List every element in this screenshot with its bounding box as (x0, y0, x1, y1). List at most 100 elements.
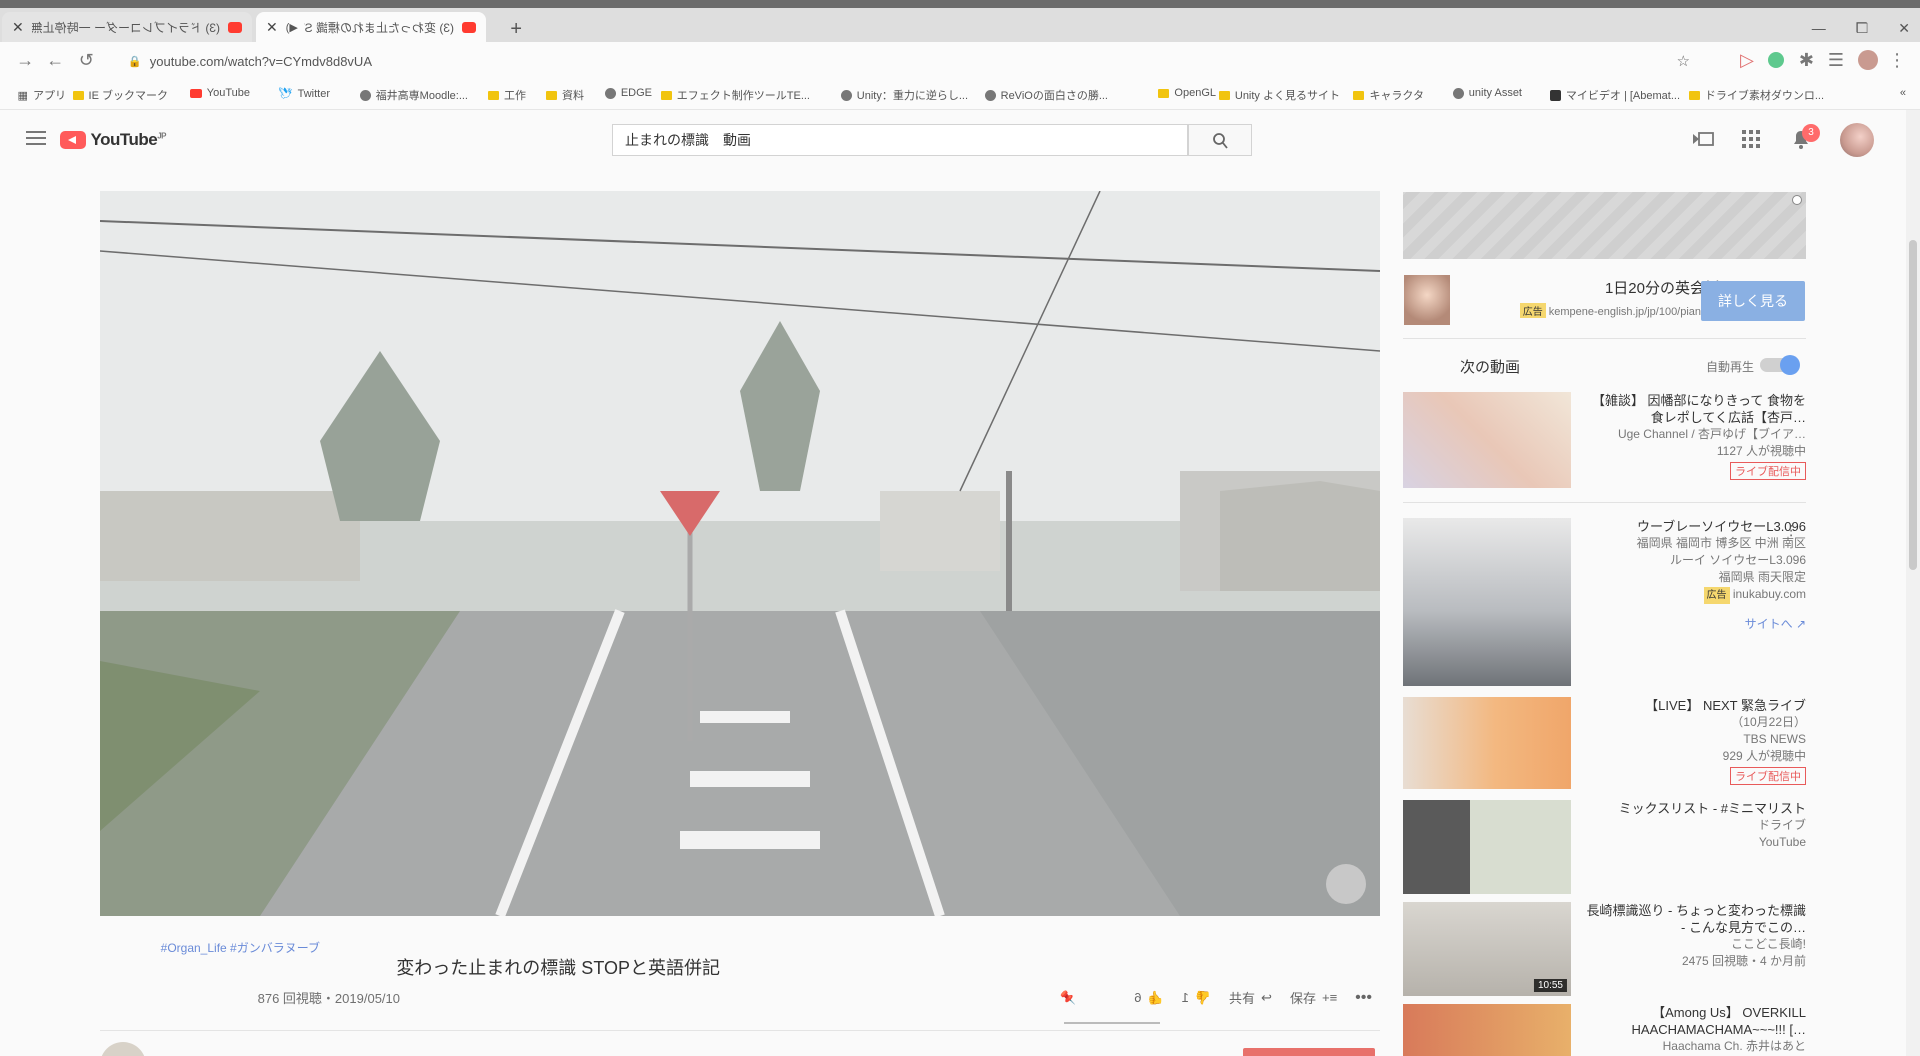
page-scrollbar[interactable] (1906, 110, 1920, 1056)
section-divider (100, 1030, 1380, 1031)
autoplay-label: 自動再生 (1705, 360, 1754, 374)
bookmark-apps[interactable]: アプリ ▦ (18, 87, 66, 103)
viewer-count: 1127 人が視聴中 (1716, 444, 1806, 458)
more-actions-icon[interactable]: ••• (1355, 989, 1372, 1007)
account-avatar[interactable] (1840, 123, 1874, 157)
video-thumbnail[interactable] (1403, 392, 1571, 488)
bookmark-ie[interactable]: IE ブックマーク (72, 87, 168, 103)
tab-strip: (3) ドライブレコーダー 一時停止無視 | … ✕ (3) 変わった止まれの標… (0, 8, 1920, 42)
video-info: 【雑談】 因幡部になりきって 食物を食レポしてく広話【杏戸… Uge Chann… (1584, 392, 1806, 480)
audio-icon[interactable]: ◀) (286, 21, 298, 34)
mix-title: ミックスリスト - #ミニマリスト (1618, 801, 1806, 816)
like-button[interactable]: 👍 6 (1134, 990, 1163, 1006)
profile-avatar-icon[interactable] (1858, 50, 1878, 70)
dislike-button[interactable]: 👎 1 (1182, 990, 1211, 1006)
scrollbar-thumb[interactable] (1909, 240, 1917, 570)
recommended-video[interactable]: 【Among Us】 OVERKILL HAACHAMACHAMA~~~!!! … (1403, 1004, 1806, 1056)
address-bar[interactable]: ☆ youtube.com/watch?v=CYmdv8d8vUA 🔒 (114, 47, 1704, 75)
folder-icon (72, 90, 84, 100)
new-tab-button[interactable]: + (510, 18, 522, 41)
bookmark-youtube[interactable]: YouTube (189, 87, 250, 99)
bookmark-unity-sites[interactable]: Unity よく見るサイト (1218, 87, 1340, 103)
folder-icon (546, 90, 557, 100)
address-toolbar: ← → ↻ ☆ youtube.com/watch?v=CYmdv8d8vUA … (0, 42, 1920, 80)
divider (1403, 502, 1806, 503)
close-tab-icon[interactable]: ✕ (266, 19, 278, 36)
youtube-logo[interactable]: YouTubeJP (60, 130, 166, 150)
youtube-play-icon (60, 131, 87, 149)
playlist-add-icon: ≡+ (1322, 990, 1338, 1005)
close-tab-icon[interactable]: ✕ (12, 19, 24, 36)
bookmark-abema[interactable]: マイビデオ | [Abemat... (1549, 87, 1680, 103)
back-button[interactable]: ← (16, 50, 34, 71)
video-thumbnail[interactable] (1403, 518, 1571, 686)
extensions-icon[interactable]: ✱ (1799, 50, 1814, 71)
extension-green-icon[interactable] (1768, 52, 1784, 68)
tab-title: (3) 変わった止まれの標識 STO… (304, 20, 454, 35)
video-thumbnail[interactable] (1403, 1004, 1571, 1056)
advertiser: 広告 inukabuy.com (1584, 586, 1806, 604)
bookmark-unity-asset[interactable]: unity Asset (1452, 87, 1522, 99)
create-video-icon[interactable] (1692, 130, 1714, 148)
ad-info-icon[interactable] (1792, 195, 1802, 205)
apps-grid-icon[interactable] (1742, 130, 1760, 148)
more-options-icon[interactable]: ⋮ (1784, 522, 1798, 539)
bookmark-moodle[interactable]: 福井高専Moodle:... (359, 87, 468, 103)
sponsored-video[interactable]: ウーブレーソイウセーL3.096 福岡県 福岡市 博多区 中洲 南区 ルーイ ソ… (1403, 518, 1806, 686)
subscribe-button[interactable] (1243, 1048, 1375, 1056)
bookmark-folder-shiryo[interactable]: 資料 (546, 87, 584, 103)
search-button[interactable] (1188, 124, 1252, 156)
view-count-age: 2475 回視聴・4 か月前 (1681, 954, 1806, 968)
bookmark-folder-kousaku[interactable]: 工作 (488, 87, 526, 103)
more-bookmarks-icon[interactable]: » (1900, 87, 1906, 99)
folder-icon (1688, 90, 1700, 100)
promo-url: 広告 kempene-english.jp/jp/100/piano-... (1462, 303, 1720, 318)
bookmark-opengl[interactable]: OpenGL (1158, 87, 1216, 99)
forward-button[interactable]: → (46, 50, 64, 71)
learn-more-button[interactable]: 詳しく見る (1701, 281, 1805, 321)
star-bookmark-icon[interactable]: ☆ (1677, 52, 1690, 70)
autoplay-toggle[interactable] (1760, 355, 1800, 375)
promo-title[interactable]: 1日20分の英会話 (1462, 277, 1720, 298)
bookmark-character[interactable]: キャラクタ (1353, 87, 1424, 103)
folder-icon (660, 90, 672, 100)
video-subtitle: （10月22日） (1731, 715, 1806, 729)
bookmarks-bar: » アプリ ▦ IE ブックマーク YouTube Twitter 🕊 福井高専Mo… (0, 80, 1920, 110)
bookmark-unity-gravity[interactable]: Unity：重力に逆らし... (840, 87, 968, 103)
video-thumbnail[interactable]: 10:55 (1403, 902, 1571, 996)
close-window-icon[interactable]: ✕ (1898, 20, 1910, 37)
reload-button[interactable]: ↻ (79, 50, 94, 71)
channel-avatar[interactable] (100, 1042, 146, 1056)
browser-tab-1[interactable]: (3) ドライブレコーダー 一時停止無視 | … ✕ (2, 12, 252, 42)
recommended-mix[interactable]: ミックスリスト - #ミニマリスト ドライブ YouTube (1403, 800, 1806, 894)
bookmark-twitter[interactable]: Twitter 🕊 (279, 87, 330, 101)
mix-thumbnail[interactable] (1403, 800, 1571, 894)
menu-kebab-icon[interactable]: ⋮ (1888, 50, 1906, 71)
display-ad-banner[interactable] (1403, 192, 1806, 259)
video-player[interactable] (100, 191, 1380, 916)
bookmark-revio[interactable]: ReViOの面白さの勝... (984, 87, 1108, 103)
video-actions: ••• ≡+ 保存 ↪ 共有 👎 1 👍 6 📌 (1060, 988, 1372, 1007)
reading-list-icon[interactable]: ☰ (1828, 50, 1844, 71)
search-input[interactable]: 止まれの標識 動画 (612, 124, 1188, 156)
browser-tab-2-active[interactable]: (3) 変わった止まれの標識 STO… ◀) ✕ (256, 12, 486, 42)
recommended-video[interactable]: 10:55 長崎標識巡り - ちょっと変わった標識 - こんな見方でこの… ここ… (1403, 902, 1806, 996)
recommended-video[interactable]: 【雑談】 因幡部になりきって 食物を食レポしてく広話【杏戸… Uge Chann… (1403, 392, 1806, 488)
site-favicon-icon (984, 89, 996, 101)
video-thumbnail[interactable] (1403, 697, 1571, 789)
restore-window-icon[interactable]: ❐ (1856, 20, 1869, 37)
promo-thumbnail[interactable] (1404, 275, 1450, 325)
recommended-video[interactable]: 【LIVE】 NEXT 緊急ライブ （10月22日） TBS NEWS 929 … (1403, 697, 1806, 789)
site-link[interactable]: サイトへ ↗ (1584, 616, 1806, 633)
bookmark-effect-tool[interactable]: エフェクト制作ツールTE... (660, 87, 810, 103)
hamburger-menu-icon[interactable] (26, 130, 46, 146)
share-arrow-icon: ↪ (1261, 989, 1272, 1005)
extension-red-icon[interactable]: ◁ (1740, 50, 1754, 71)
save-button[interactable]: ≡+ 保存 (1290, 988, 1337, 1007)
clip-pin-icon[interactable]: 📌 (1060, 990, 1076, 1006)
share-button[interactable]: ↪ 共有 (1229, 988, 1272, 1007)
channel-watermark[interactable] (1326, 864, 1366, 904)
bookmark-edge[interactable]: EDGE (604, 87, 652, 99)
bookmark-drive-material[interactable]: ドライブ素材ダウンロ... (1688, 87, 1824, 103)
minimize-window-icon[interactable]: — (1812, 20, 1826, 37)
